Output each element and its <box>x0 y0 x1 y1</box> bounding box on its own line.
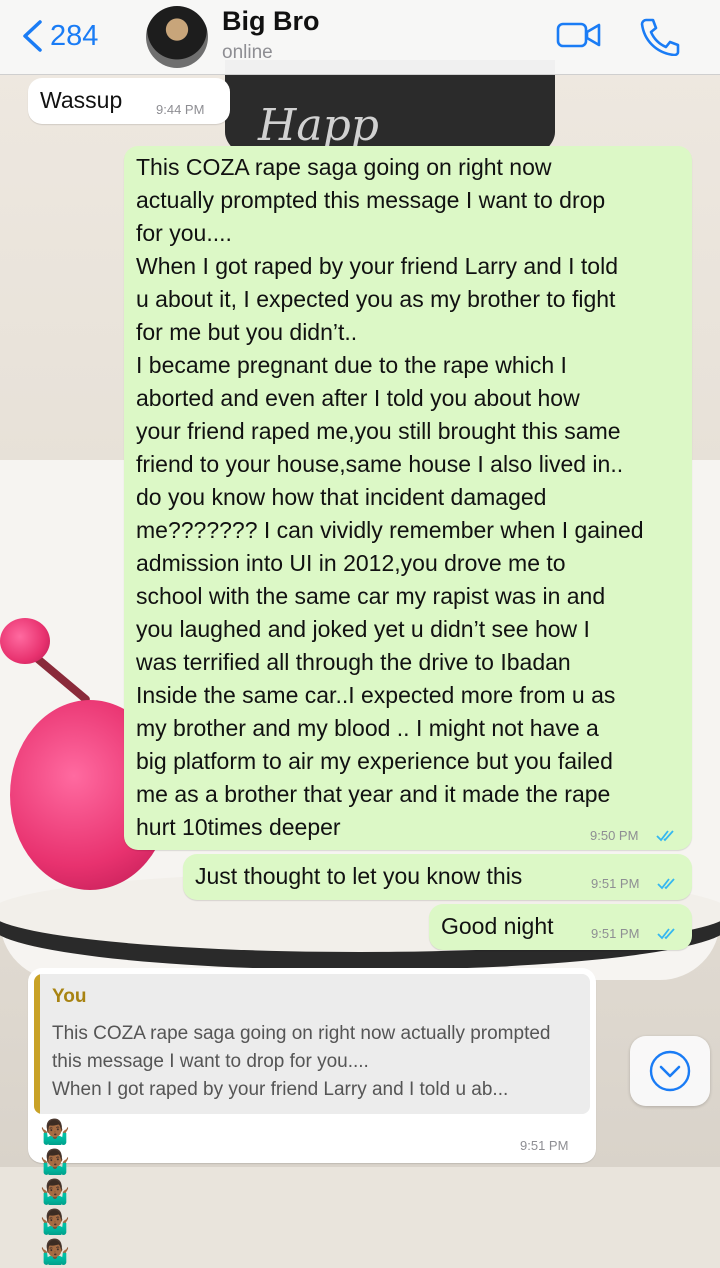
message-text: Just thought to let you know this <box>195 863 523 889</box>
message-text: Wassup <box>40 87 123 113</box>
scroll-to-bottom-button[interactable] <box>630 1036 710 1106</box>
message-text: Good night <box>441 913 554 939</box>
chevron-left-icon <box>23 20 42 52</box>
contact-name[interactable]: Big Bro <box>222 6 320 37</box>
wallpaper-board-lettering: Happ <box>258 100 379 151</box>
contact-status: online <box>222 42 273 63</box>
double-check-icon <box>657 928 675 940</box>
message-time: 9:51 PM <box>591 926 640 941</box>
video-call-icon[interactable] <box>556 18 602 52</box>
message-time: 9:51 PM <box>591 876 640 891</box>
message-bubble-outgoing[interactable]: Just thought to let you know this 9:51 P… <box>183 854 692 900</box>
back-button[interactable]: 284 <box>20 18 98 54</box>
wallpaper-flower-bud <box>0 618 50 664</box>
phone-icon[interactable] <box>638 16 682 56</box>
message-bubble-outgoing[interactable]: This COZA rape saga going on right now a… <box>124 146 692 850</box>
double-check-icon <box>657 878 675 890</box>
message-time: 9:44 PM <box>156 102 205 117</box>
unread-count: 284 <box>50 19 99 52</box>
message-emoji: 🤷🏾‍♂️🤷🏾‍♂️🤷🏾‍♂️🤷🏾‍♂️🤷🏾‍♂️ <box>40 1118 70 1266</box>
quote-text: This COZA rape saga going on right now a… <box>52 1023 551 1100</box>
message-bubble-incoming[interactable]: Wassup 9:44 PM <box>28 78 230 124</box>
avatar[interactable] <box>146 6 208 68</box>
message-time: 9:50 PM <box>590 828 639 843</box>
message-bubble-outgoing[interactable]: Good night 9:51 PM <box>429 904 692 950</box>
message-text: This COZA rape saga going on right now a… <box>136 154 644 840</box>
chat-header: 284 Big Bro online <box>0 0 720 75</box>
shrug-emoji-icon: 🤷🏾‍♂️🤷🏾‍♂️🤷🏾‍♂️🤷🏾‍♂️🤷🏾‍♂️ <box>40 1119 70 1266</box>
message-time: 9:51 PM <box>520 1138 569 1153</box>
quoted-message[interactable]: You This COZA rape saga going on right n… <box>34 974 590 1114</box>
quote-accent-bar <box>34 974 40 1114</box>
double-check-icon <box>656 830 674 842</box>
message-bubble-incoming-reply[interactable]: You This COZA rape saga going on right n… <box>28 968 596 1266</box>
chevron-down-icon <box>649 1050 691 1092</box>
quote-author: You <box>52 986 87 1007</box>
